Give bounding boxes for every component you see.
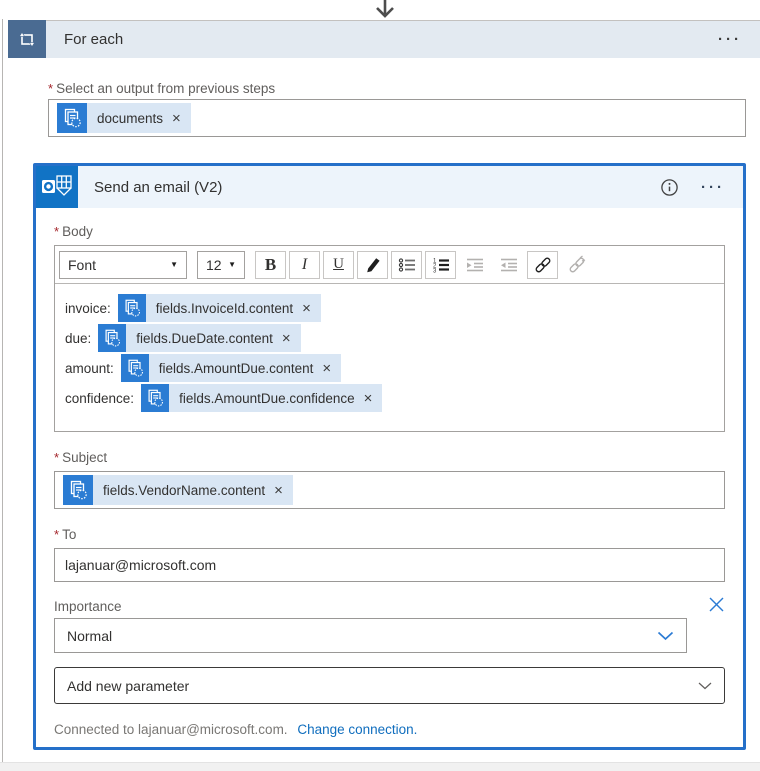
insert-link-button[interactable] bbox=[527, 250, 558, 279]
add-new-parameter-dropdown[interactable]: Add new parameter bbox=[54, 667, 725, 704]
connection-footer: Connected to lajanuar@microsoft.com. Cha… bbox=[54, 722, 725, 737]
underline-button[interactable]: U bbox=[323, 250, 354, 279]
required-marker: * bbox=[48, 81, 54, 96]
dynamic-content-icon bbox=[141, 384, 170, 412]
dynamic-content-icon bbox=[117, 294, 146, 322]
chevron-down-icon bbox=[698, 682, 712, 690]
token-label: fields.AmountDue.content bbox=[158, 360, 314, 376]
for-each-title: For each bbox=[64, 31, 124, 48]
dynamic-content-icon bbox=[57, 103, 87, 133]
token-label: fields.InvoiceId.content bbox=[155, 300, 294, 316]
dynamic-content-icon bbox=[120, 354, 149, 382]
body-line: due: fields.DueDate.content × bbox=[65, 324, 714, 352]
flow-connector-arrow-icon bbox=[376, 0, 394, 18]
importance-field-label: Importance bbox=[54, 599, 122, 614]
outdent-button bbox=[493, 250, 524, 279]
to-field-label: * To bbox=[54, 527, 77, 542]
remove-importance-icon[interactable] bbox=[708, 596, 725, 613]
connected-status-text: Connected to lajanuar@microsoft.com. bbox=[54, 722, 288, 737]
token-label: fields.VendorName.content bbox=[103, 482, 266, 498]
body-line: amount: fields.AmountDue.content × bbox=[65, 354, 714, 382]
importance-dropdown[interactable]: Normal bbox=[54, 618, 687, 653]
body-line: confidence: fields.AmountDue.confidence … bbox=[65, 384, 714, 412]
output-field-label: * Select an output from previous steps bbox=[48, 81, 276, 96]
due-date-token[interactable]: fields.DueDate.content × bbox=[98, 324, 301, 352]
token-remove-icon[interactable]: × bbox=[302, 301, 311, 316]
indent-button bbox=[459, 250, 490, 279]
dynamic-content-icon bbox=[63, 475, 93, 505]
font-family-dropdown[interactable]: Font ▼ bbox=[59, 250, 187, 279]
send-email-title: Send an email (V2) bbox=[94, 178, 223, 196]
token-remove-icon[interactable]: × bbox=[282, 331, 291, 346]
for-each-header[interactable]: For each ··· bbox=[8, 20, 760, 58]
documents-token[interactable]: documents × bbox=[57, 103, 191, 133]
required-marker: * bbox=[54, 450, 60, 465]
importance-value: Normal bbox=[67, 627, 113, 644]
select-output-input[interactable]: documents × bbox=[48, 99, 746, 137]
subject-input[interactable]: fields.VendorName.content × bbox=[54, 471, 725, 509]
body-field-label: * Body bbox=[54, 224, 93, 239]
send-email-header[interactable]: Send an email (V2) ··· bbox=[36, 166, 743, 208]
token-remove-icon[interactable]: × bbox=[274, 483, 283, 498]
body-richtext-field[interactable]: Font ▼ 12 ▼ B I U 1 2 3 invoice: fields.… bbox=[54, 245, 725, 432]
send-email-menu-button[interactable]: ··· bbox=[701, 179, 725, 196]
scope-left-border bbox=[2, 19, 3, 771]
svg-text:3: 3 bbox=[433, 268, 437, 274]
to-value: lajanuar@microsoft.com bbox=[65, 557, 217, 573]
bold-button[interactable]: B bbox=[255, 250, 286, 279]
numbered-list-button[interactable]: 1 2 3 bbox=[425, 250, 456, 279]
italic-button[interactable]: I bbox=[289, 250, 320, 279]
body-content-area[interactable]: invoice: fields.InvoiceId.content × due: bbox=[55, 284, 724, 431]
for-each-menu-button[interactable]: ··· bbox=[718, 31, 742, 48]
token-remove-icon[interactable]: × bbox=[364, 391, 373, 406]
to-input[interactable]: lajanuar@microsoft.com bbox=[54, 548, 725, 582]
subject-field-label: * Subject bbox=[54, 450, 108, 465]
for-each-icon bbox=[8, 20, 46, 58]
invoice-id-token[interactable]: fields.InvoiceId.content × bbox=[117, 294, 321, 322]
dynamic-content-icon bbox=[98, 324, 127, 352]
token-remove-icon[interactable]: × bbox=[322, 361, 331, 376]
token-label: fields.AmountDue.confidence bbox=[179, 390, 355, 406]
confidence-token[interactable]: fields.AmountDue.confidence × bbox=[141, 384, 383, 412]
chevron-down-icon bbox=[657, 631, 674, 641]
send-email-card: Send an email (V2) ··· * Body Font ▼ 12 … bbox=[33, 163, 746, 750]
caret-down-icon: ▼ bbox=[228, 260, 236, 269]
caret-down-icon: ▼ bbox=[170, 260, 178, 269]
body-line: invoice: fields.InvoiceId.content × bbox=[65, 294, 714, 322]
vendor-name-token[interactable]: fields.VendorName.content × bbox=[63, 475, 293, 505]
richtext-toolbar: Font ▼ 12 ▼ B I U 1 2 3 bbox=[55, 246, 724, 284]
token-label: documents bbox=[97, 110, 164, 126]
token-remove-icon[interactable]: × bbox=[172, 111, 181, 126]
outlook-icon bbox=[36, 166, 78, 208]
info-icon[interactable] bbox=[660, 178, 679, 197]
amount-due-token[interactable]: fields.AmountDue.content × bbox=[120, 354, 342, 382]
required-marker: * bbox=[54, 224, 60, 239]
required-marker: * bbox=[54, 527, 60, 542]
next-step-area bbox=[0, 762, 760, 771]
importance-label-row: Importance bbox=[54, 596, 725, 614]
token-label: fields.DueDate.content bbox=[136, 330, 273, 346]
change-connection-link[interactable]: Change connection. bbox=[297, 722, 417, 737]
font-size-dropdown[interactable]: 12 ▼ bbox=[197, 250, 245, 279]
remove-link-button bbox=[561, 250, 592, 279]
bullet-list-button[interactable] bbox=[391, 250, 422, 279]
highlight-pen-button[interactable] bbox=[357, 250, 388, 279]
